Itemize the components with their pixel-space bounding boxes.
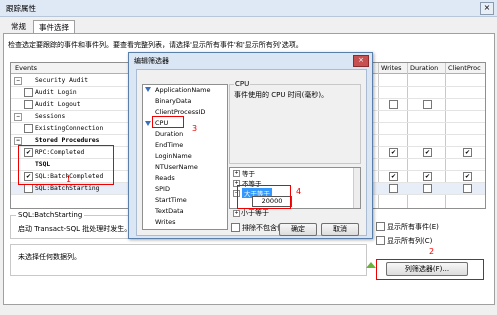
writes-checkbox[interactable]: ✔: [389, 148, 398, 157]
operator-equals[interactable]: 等于: [242, 168, 255, 178]
row-label: Audit Logout: [35, 101, 81, 108]
window-title: 跟踪属性: [6, 4, 36, 13]
event-checkbox[interactable]: [24, 184, 33, 193]
header-duration[interactable]: Duration: [410, 64, 438, 72]
column-item[interactable]: NTUserName: [155, 163, 198, 171]
dialog-title: 编辑筛选器: [134, 57, 169, 65]
description-text: 启动 Transact-SQL 批处理时发生。: [18, 225, 132, 233]
row-label: Stored Procedures: [35, 137, 100, 144]
filter-column-list[interactable]: ApplicationName BinaryData ClientProcess…: [142, 84, 228, 230]
client-process-checkbox[interactable]: ✔: [463, 172, 472, 181]
tab-general[interactable]: 常规: [6, 20, 31, 33]
funnel-icon: [145, 121, 151, 126]
collapse-icon[interactable]: −: [14, 113, 22, 121]
header-events[interactable]: Events: [15, 64, 37, 72]
expand-icon[interactable]: +: [233, 210, 240, 217]
annotation-box-filter-value: [237, 185, 291, 209]
description-title: SQL:BatchStarting: [16, 211, 85, 219]
cancel-button[interactable]: 取消: [321, 223, 359, 236]
close-icon[interactable]: ×: [480, 2, 494, 15]
tab-events-selection[interactable]: 事件选择: [33, 20, 75, 34]
operator-less-or-equal[interactable]: 小于等于: [241, 208, 269, 218]
annotation-number-2: 2: [429, 247, 435, 256]
title-bar: 跟踪属性 ×: [0, 0, 497, 17]
edit-filter-dialog: 编辑筛选器 × ApplicationName BinaryData Clien…: [128, 52, 373, 239]
duration-checkbox[interactable]: [423, 184, 432, 193]
expand-icon[interactable]: +: [233, 170, 240, 177]
duration-checkbox[interactable]: [423, 100, 432, 109]
funnel-icon: [145, 87, 151, 92]
row-label: Sessions: [35, 113, 66, 120]
instructions-text: 检查选定要跟踪的事件和事件列。要查看完整列表，请选择'显示所有事件'和'显示所有…: [8, 41, 303, 49]
annotation-number-1: 1: [66, 175, 72, 184]
column-item[interactable]: Reads: [155, 174, 175, 182]
column-item[interactable]: LoginName: [155, 152, 192, 160]
column-item[interactable]: ClientProcessID: [155, 108, 205, 116]
annotation-number-3: 3: [192, 124, 198, 133]
annotation-number-4: 4: [296, 187, 302, 196]
duration-checkbox[interactable]: ✔: [423, 148, 432, 157]
column-item[interactable]: Writes: [155, 218, 176, 226]
collapse-icon[interactable]: −: [14, 137, 22, 145]
column-item[interactable]: StartTime: [155, 196, 187, 204]
column-item[interactable]: BinaryData: [155, 97, 191, 105]
column-item[interactable]: Duration: [155, 130, 183, 138]
duration-checkbox[interactable]: ✔: [423, 172, 432, 181]
green-triangle-icon: [366, 262, 376, 268]
row-label: ExistingConnection: [35, 125, 104, 132]
client-process-checkbox[interactable]: ✔: [463, 148, 472, 157]
show-all-events-checkbox[interactable]: [376, 222, 385, 231]
close-icon[interactable]: ×: [353, 55, 369, 67]
header-client-process[interactable]: ClientProc: [448, 64, 481, 72]
row-label: Security Audit: [35, 77, 89, 84]
show-all-columns-checkbox[interactable]: [376, 236, 385, 245]
show-all-columns-label: 显示所有列(C): [387, 237, 433, 245]
show-all-events-label: 显示所有事件(E): [387, 223, 439, 231]
header-writes[interactable]: Writes: [381, 64, 402, 72]
client-process-checkbox[interactable]: [463, 184, 472, 193]
column-description-header: CPU: [234, 80, 251, 88]
annotation-box-cpu: [152, 116, 184, 128]
column-description-text: 事件使用的 CPU 时间(毫秒)。: [234, 91, 329, 99]
column-item[interactable]: ApplicationName: [155, 86, 211, 94]
writes-checkbox[interactable]: [389, 184, 398, 193]
column-item[interactable]: TextData: [155, 207, 184, 215]
writes-checkbox[interactable]: [389, 100, 398, 109]
ok-button[interactable]: 确定: [279, 223, 317, 236]
row-label: Audit Login: [35, 89, 77, 96]
writes-checkbox[interactable]: ✔: [389, 172, 398, 181]
dialog-body: ApplicationName BinaryData ClientProcess…: [136, 69, 367, 236]
exclude-null-checkbox[interactable]: [231, 223, 240, 232]
event-checkbox[interactable]: [24, 100, 33, 109]
event-checkbox[interactable]: [24, 124, 33, 133]
column-item[interactable]: EndTime: [155, 141, 183, 149]
collapse-icon[interactable]: −: [14, 77, 22, 85]
row-label: SQL:BatchStarting: [35, 185, 100, 192]
column-filter-button[interactable]: 列筛选器(F)...: [386, 262, 468, 276]
event-checkbox[interactable]: [24, 88, 33, 97]
selection-note: 未选择任何数据列。: [18, 253, 81, 261]
operator-scrollbar[interactable]: [353, 168, 360, 208]
column-item[interactable]: SPID: [155, 185, 170, 193]
